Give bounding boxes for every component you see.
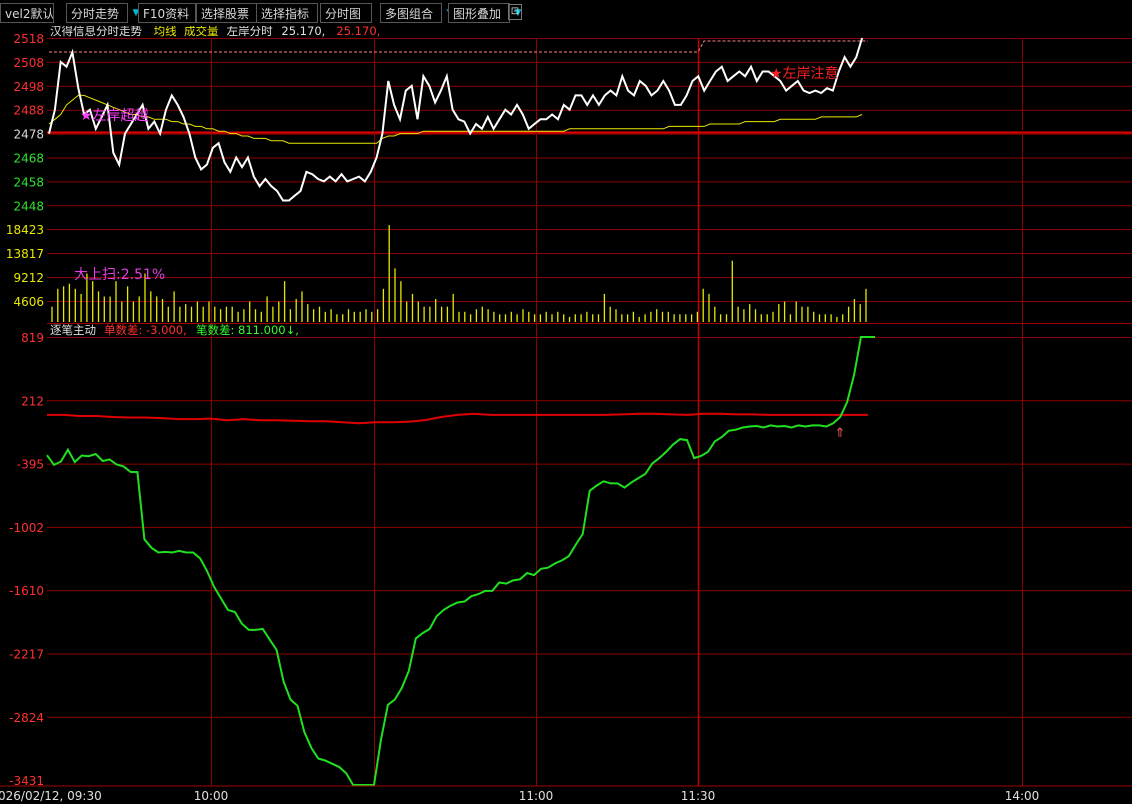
indicator-axis-label: -2217 [9, 648, 44, 662]
price-title-part: 25.170, [281, 26, 325, 38]
price-axis-label: 2458 [13, 175, 44, 189]
indicator-axis-label: -1610 [9, 584, 44, 598]
indicator-legend: 单数差: -3.000, [104, 323, 187, 337]
toolbar-item-5[interactable]: 分时图 [320, 3, 372, 23]
indicator-title: 逐笔主动 [50, 323, 96, 337]
price-axis-label: 2498 [13, 80, 44, 94]
price-title-part: 25.170, [336, 26, 380, 38]
indicator-axis-label: -395 [17, 458, 44, 472]
volume-axis-label: 18423 [6, 223, 44, 237]
volume-axis-label: 13817 [6, 247, 44, 261]
price-axis-label: 2508 [13, 56, 44, 70]
indicator-legend: 笔数差: 811.000↓, [196, 323, 299, 337]
time-axis-label: 11:30 [681, 789, 716, 803]
volume-axis-label: 9212 [13, 271, 44, 285]
signal-annotation: ★左岸注意 [770, 65, 839, 82]
price-title-part: 均线 [154, 26, 177, 38]
price-axis-label: 2518 [13, 32, 44, 46]
high-limit-line [49, 40, 868, 53]
red-indicator-line [47, 412, 868, 425]
time-axis-label: 10:00 [194, 789, 229, 803]
price-axis-label: 2478 [13, 128, 44, 142]
toolbar-item-1[interactable]: 分时走势 [66, 3, 128, 23]
toolbar-item-4[interactable]: 选择指标 [256, 3, 318, 23]
time-axis-label: 11:00 [519, 789, 554, 803]
indicator-axis-label: 819 [21, 331, 44, 345]
avg-price-line [48, 94, 863, 144]
indicator-axis-label: -1002 [9, 521, 44, 535]
toolbar-item-3[interactable]: 选择股票 [196, 3, 258, 23]
price-title-part: 汉得信息分时走势 [50, 26, 142, 38]
price-axis-label: 2488 [13, 104, 44, 118]
price-axis-label: 2448 [13, 199, 44, 213]
time-axis-label: 14:00 [1005, 789, 1040, 803]
volume-annotation: 大上扫:2.51% [74, 267, 165, 283]
indicator-axis-label: -2824 [9, 711, 44, 725]
price-title-part: 成交量 [184, 26, 219, 38]
up-arrow-icon: ⇑ [835, 426, 846, 441]
time-axis-label: 026/02/12, 09:30 [0, 789, 102, 803]
price-title-part: 左岸分时 [227, 26, 273, 38]
volume-axis-label: 4606 [13, 295, 44, 309]
chart-area[interactable]: 汉得信息分时走势 均线 成交量 左岸分时 25.170, 25.170, 2518 2508 2… [0, 26, 1132, 804]
toolbar: vel2默认分时走势▼F10资料▼选择股票选择指标分时图多图组合▼图形叠加▼ [0, 0, 1132, 26]
toolbar-item-0[interactable]: vel2默认 [0, 3, 54, 23]
lock-icon[interactable]: ⊡ [508, 4, 522, 20]
signal-annotation: ★左岸超越 [80, 108, 149, 124]
indicator-axis-label: 212 [21, 394, 44, 408]
toolbar-item-7[interactable]: 图形叠加 [448, 3, 510, 23]
toolbar-item-2[interactable]: F10资料 [138, 3, 196, 23]
price-axis-label: 2468 [13, 152, 44, 166]
toolbar-item-6[interactable]: 多图组合 [380, 3, 442, 23]
